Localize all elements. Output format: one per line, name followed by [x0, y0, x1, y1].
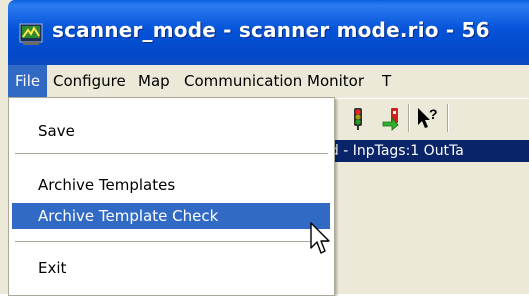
menu-file[interactable]: File: [8, 65, 48, 98]
menu-item-label: Archive Templates: [38, 176, 176, 194]
menu-communication[interactable]: Communication: [177, 65, 309, 98]
menu-item-archive-templates[interactable]: Archive Templates: [12, 172, 330, 198]
toolbar-separator: [447, 104, 449, 132]
info-bar-text: ud - InpTags:1 OutTa: [321, 143, 464, 159]
application-window: scanner_mode - scanner mode.rio - 56 Fil…: [0, 0, 529, 296]
menu-map[interactable]: Map: [131, 65, 177, 98]
menu-separator: [15, 153, 328, 154]
svg-text:?: ?: [429, 106, 438, 122]
menu-monitor[interactable]: Monitor: [300, 65, 371, 98]
menu-separator: [15, 241, 328, 242]
title-bar[interactable]: scanner_mode - scanner mode.rio - 56: [8, 0, 529, 65]
download-tag-icon[interactable]: [380, 105, 406, 131]
file-dropdown-menu: Save Archive Templates Archive Template …: [8, 97, 335, 296]
menu-bar: File Configure Map Communication Monitor…: [8, 65, 529, 98]
mouse-pointer-icon: [310, 222, 330, 254]
window-title: scanner_mode - scanner mode.rio - 56: [52, 18, 490, 42]
help-pointer-icon[interactable]: ?: [415, 105, 441, 131]
menu-item-label: Save: [38, 122, 75, 140]
menu-item-save[interactable]: Save: [12, 118, 330, 144]
scanner-app-icon: [19, 23, 43, 45]
menu-item-label: Exit: [38, 259, 67, 277]
menu-overflow[interactable]: T: [375, 65, 398, 98]
menu-configure[interactable]: Configure: [46, 65, 133, 98]
toolbar-separator: [408, 104, 410, 132]
menu-item-archive-template-check[interactable]: Archive Template Check: [12, 203, 330, 229]
traffic-light-icon[interactable]: [345, 105, 371, 131]
menu-item-label: Archive Template Check: [38, 207, 219, 225]
menu-item-exit[interactable]: Exit: [12, 255, 330, 281]
